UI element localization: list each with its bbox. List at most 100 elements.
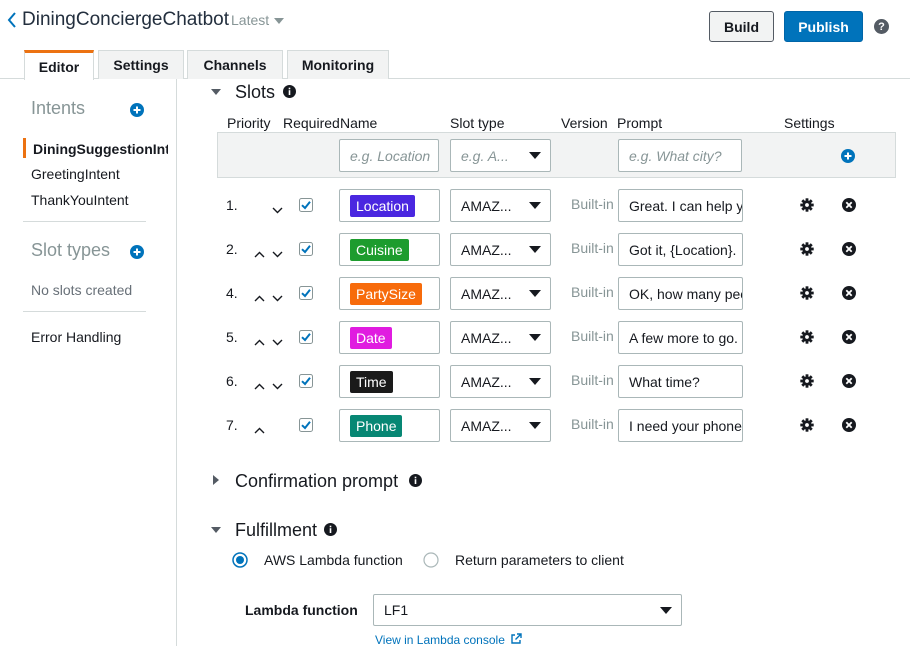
slot-name-input[interactable]: Cuisine [339, 233, 440, 266]
no-slots-text: No slots created [31, 282, 133, 298]
bot-title: DiningConciergeChatbot [22, 9, 230, 30]
info-icon[interactable] [409, 474, 422, 487]
radio-lambda-label[interactable]: AWS Lambda function [264, 552, 403, 568]
radio-lambda-selected[interactable] [232, 552, 248, 568]
radio-return-label[interactable]: Return parameters to client [455, 552, 624, 568]
collapse-fulfillment-icon[interactable] [211, 527, 221, 533]
radio-return-params[interactable] [423, 552, 439, 568]
add-slot-icon[interactable] [841, 149, 855, 163]
remove-slot-icon[interactable] [842, 374, 856, 388]
move-down-icon[interactable] [272, 333, 283, 346]
slot-name-input[interactable]: Phone [339, 409, 440, 442]
info-icon[interactable] [283, 85, 296, 98]
caret-down-icon[interactable] [529, 152, 541, 159]
slot-name-input[interactable]: Location [339, 189, 440, 222]
move-up-icon[interactable] [254, 245, 265, 258]
tab-channels[interactable]: Channels [187, 50, 283, 79]
move-up-icon[interactable] [254, 421, 265, 434]
required-checkbox[interactable] [299, 330, 313, 344]
slot-name-input[interactable]: PartySize [339, 277, 440, 310]
required-checkbox[interactable] [299, 286, 313, 300]
slot-name-input[interactable]: Date [339, 321, 440, 354]
fulfillment-title: Fulfillment [235, 520, 318, 540]
caret-down-icon[interactable] [529, 246, 541, 253]
slot-name-input[interactable]: Time [339, 365, 440, 398]
slot-prompt-input[interactable]: What time? [618, 365, 743, 398]
new-slot-name-input[interactable]: e.g. Location [339, 139, 439, 172]
col-prompt: Prompt [617, 115, 663, 131]
sidebar-item-greeting[interactable]: GreetingIntent [31, 166, 120, 182]
required-checkbox[interactable] [299, 374, 313, 388]
info-icon[interactable] [324, 523, 337, 536]
intents-heading: Intents [31, 98, 86, 118]
slot-version: Built-in [571, 284, 614, 300]
lambda-console-link[interactable]: View in Lambda console [375, 633, 522, 647]
sidebar-divider [176, 79, 177, 646]
caret-down-icon[interactable] [660, 607, 672, 614]
publish-button[interactable]: Publish [784, 11, 863, 42]
slot-prompt-input[interactable]: Got it, {Location}. [618, 233, 743, 266]
caret-down-icon[interactable] [529, 202, 541, 209]
slot-prompt-input[interactable]: Great. I can help you [618, 189, 743, 222]
remove-slot-icon[interactable] [842, 198, 856, 212]
version-dropdown[interactable]: Latest [231, 12, 269, 28]
col-version: Version [561, 115, 608, 131]
slot-name-tag: PartySize [350, 283, 422, 305]
slot-prompt-input[interactable]: A few more to go. [618, 321, 743, 354]
sidebar-item-thankyou[interactable]: ThankYouIntent [31, 192, 129, 208]
add-intent-icon[interactable] [130, 103, 144, 117]
slot-name-tag: Phone [350, 415, 403, 437]
lambda-console-link-text[interactable]: View in Lambda console [375, 633, 505, 647]
move-up-icon[interactable] [254, 289, 265, 302]
tab-editor[interactable]: Editor [24, 50, 94, 80]
gear-icon[interactable] [800, 198, 814, 212]
gear-icon[interactable] [800, 418, 814, 432]
slot-name-tag: Location [350, 195, 415, 217]
move-down-icon[interactable] [272, 289, 283, 302]
add-slot-type-icon[interactable] [130, 245, 144, 259]
sidebar-separator [23, 221, 146, 222]
back-chevron-icon[interactable] [7, 12, 17, 28]
sidebar-item-error-handling[interactable]: Error Handling [31, 329, 121, 345]
col-settings: Settings [784, 115, 835, 131]
lambda-function-select[interactable]: LF1 [373, 594, 682, 626]
new-slot-prompt-input[interactable]: e.g. What city? [618, 139, 742, 172]
slot-prompt-input[interactable]: I need your phone [618, 409, 743, 442]
caret-down-icon[interactable] [274, 18, 284, 24]
gear-icon[interactable] [800, 374, 814, 388]
gear-icon[interactable] [800, 242, 814, 256]
required-checkbox[interactable] [299, 198, 313, 212]
build-button[interactable]: Build [709, 11, 774, 42]
move-down-icon[interactable] [272, 245, 283, 258]
move-down-icon[interactable] [272, 201, 283, 214]
tab-settings[interactable]: Settings [98, 50, 184, 79]
slot-prompt-input[interactable]: OK, how many people [618, 277, 743, 310]
collapse-slots-icon[interactable] [211, 89, 221, 95]
caret-down-icon[interactable] [529, 422, 541, 429]
gear-icon[interactable] [800, 330, 814, 344]
tab-monitoring[interactable]: Monitoring [287, 50, 389, 79]
caret-down-icon[interactable] [529, 378, 541, 385]
gear-icon[interactable] [800, 286, 814, 300]
remove-slot-icon[interactable] [842, 418, 856, 432]
active-indicator [23, 138, 26, 158]
lambda-function-label: Lambda function [245, 602, 358, 618]
required-checkbox[interactable] [299, 242, 313, 256]
move-up-icon[interactable] [254, 333, 265, 346]
external-link-icon[interactable] [510, 633, 522, 645]
col-slot-type: Slot type [450, 115, 505, 131]
expand-confirmation-icon[interactable] [213, 475, 219, 485]
move-down-icon[interactable] [272, 377, 283, 390]
required-checkbox[interactable] [299, 418, 313, 432]
remove-slot-icon[interactable] [842, 330, 856, 344]
remove-slot-icon[interactable] [842, 242, 856, 256]
caret-down-icon[interactable] [529, 334, 541, 341]
slot-name-tag: Time [350, 371, 393, 393]
col-name: Name [340, 115, 378, 131]
help-icon[interactable]: ? [874, 19, 889, 34]
move-up-icon[interactable] [254, 377, 265, 390]
caret-down-icon[interactable] [529, 290, 541, 297]
slots-title: Slots [235, 82, 276, 102]
remove-slot-icon[interactable] [842, 286, 856, 300]
sidebar-item-dining-suggestion[interactable]: DiningSuggestionIntent [33, 141, 168, 157]
